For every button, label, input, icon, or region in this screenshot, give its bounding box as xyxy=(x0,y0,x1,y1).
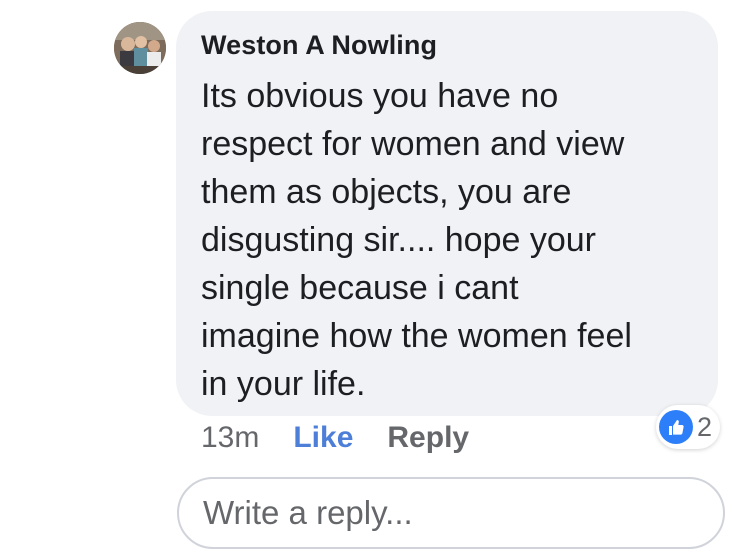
thumbs-up-icon xyxy=(659,410,693,444)
like-button[interactable]: Like xyxy=(293,421,353,455)
comment-timestamp[interactable]: 13m xyxy=(201,421,259,455)
reply-box[interactable] xyxy=(177,477,725,549)
avatar[interactable] xyxy=(114,22,166,74)
reaction-count: 2 xyxy=(697,411,713,442)
comment-text: Its obvious you have no respect for wome… xyxy=(201,77,632,403)
comment-author[interactable]: Weston A Nowling xyxy=(201,30,437,61)
reply-input[interactable] xyxy=(203,479,723,547)
comment-actions: 13m Like Reply xyxy=(201,421,469,455)
reply-button[interactable]: Reply xyxy=(387,421,469,455)
reaction-summary[interactable]: 2 xyxy=(656,405,721,449)
